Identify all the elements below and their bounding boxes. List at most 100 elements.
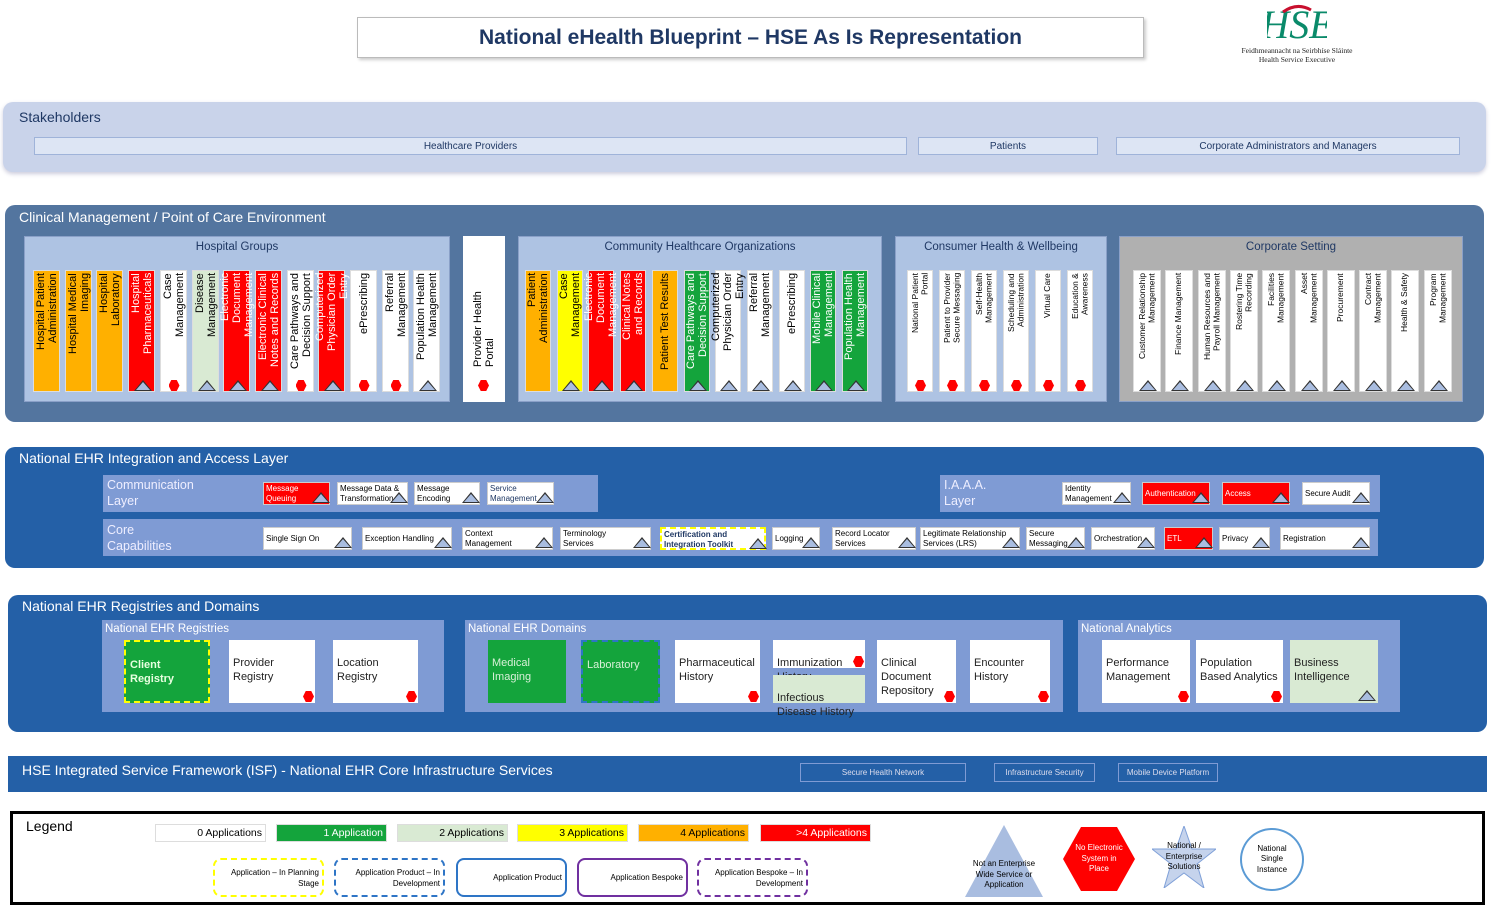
service-label: Single Sign On	[266, 533, 320, 543]
core-service-tile[interactable]: Legitimate Relationship Services (LRS)	[920, 527, 1020, 550]
corporate-column[interactable]: Contract Management	[1359, 270, 1387, 392]
stakeholder-healthcare-providers[interactable]: Healthcare Providers	[34, 137, 907, 155]
core-service-tile[interactable]: Record Locator Services	[832, 527, 916, 550]
tile-label: Encounter History	[974, 657, 1025, 683]
core-service-tile[interactable]: Exception Handling	[362, 527, 452, 550]
hospital-column[interactable]: ePrescribing	[350, 270, 377, 392]
legend-count-label: 3 Applications	[559, 827, 624, 839]
registry-domain-tile[interactable]: Clinical Document Repository	[877, 640, 956, 703]
comm-service-tile[interactable]: Message Data & Transformation	[337, 482, 408, 505]
comm-service-tile[interactable]: Service Management	[487, 482, 554, 505]
community-column[interactable]: Care Pathways and Decision Support	[684, 270, 710, 392]
hospital-column[interactable]: Hospital Patient Administration	[33, 270, 60, 392]
registry-domain-tile[interactable]: Population Based Analytics	[1196, 640, 1283, 703]
core-service-tile[interactable]: Terminology Services	[560, 527, 651, 550]
tile-label: Client Registry	[130, 659, 175, 685]
service-label: Exception Handling	[365, 533, 434, 543]
community-column[interactable]: Population Health Management	[842, 270, 868, 392]
hospital-column[interactable]: Case Management	[160, 270, 187, 392]
registry-domain-tile[interactable]: Pharmaceutical History	[675, 640, 760, 703]
hospital-column[interactable]: Electronic Clinical Notes and Records	[255, 270, 282, 392]
corporate-column[interactable]: Finance Management	[1165, 270, 1193, 392]
iaaa-service-tile[interactable]: Secure Audit	[1302, 482, 1370, 505]
hospital-column[interactable]: Hospital Medical Imaging	[65, 270, 92, 392]
consumer-column[interactable]: Scheduling and Administration	[1003, 270, 1029, 392]
column-label: Contract Management	[1362, 273, 1383, 323]
hospital-column[interactable]: Referral Management	[382, 270, 409, 392]
registry-domain-tile[interactable]: Laboratory	[581, 640, 660, 703]
community-column[interactable]: Clinical Notes and Records	[620, 270, 646, 392]
core-service-tile[interactable]: Certification and Integration Toolkit	[660, 527, 767, 550]
consumer-column[interactable]: Education & Awareness	[1067, 270, 1093, 392]
community-column[interactable]: Computerized Physician Order Entry	[710, 270, 746, 392]
hospital-column[interactable]: Population Health Management	[413, 270, 440, 392]
service-label: Certification and Integration Toolkit	[664, 530, 734, 549]
stakeholder-patients[interactable]: Patients	[918, 137, 1098, 155]
corporate-column[interactable]: Human Resources and Payroll Management	[1198, 270, 1226, 392]
corporate-column[interactable]: Procurement	[1327, 270, 1355, 392]
legend-count-label: 4 Applications	[680, 827, 745, 839]
community-column[interactable]: Electronic Document Management	[583, 270, 619, 392]
core-service-tile[interactable]: Single Sign On	[263, 527, 352, 550]
community-column[interactable]: Referral Management	[747, 270, 773, 392]
hospital-column[interactable]: Hospital Laboratory	[96, 270, 123, 392]
corporate-column[interactable]: Asset Management	[1295, 270, 1323, 392]
stakeholder-corporate[interactable]: Corporate Administrators and Managers	[1116, 137, 1460, 155]
registry-domain-tile[interactable]: Immunization History	[773, 640, 865, 683]
core-service-tile[interactable]: ETL	[1164, 527, 1213, 550]
provider-health-portal[interactable]: Provider Health Portal	[463, 236, 505, 402]
community-column[interactable]: Patient Administration	[525, 270, 551, 392]
consumer-column[interactable]: Patient to Provider Secure Messaging	[939, 270, 965, 392]
registry-domain-tile[interactable]: Provider Registry	[229, 640, 315, 703]
core-service-tile[interactable]: Context Management	[462, 527, 553, 550]
column-label: National Patient Portal	[909, 273, 930, 334]
corporate-column[interactable]: Customer Relationship Management	[1133, 270, 1161, 392]
corporate-column[interactable]: Program Management	[1424, 270, 1452, 392]
column-label: Population Health Management	[414, 273, 439, 360]
registry-domain-tile[interactable]: Encounter History	[970, 640, 1050, 703]
community-column[interactable]: ePrescribing	[779, 270, 805, 392]
registry-domain-tile[interactable]: Business Intelligence	[1290, 640, 1378, 703]
legend-hexagon: No Electronic System in Place	[1063, 827, 1135, 891]
infrastructure-security-button[interactable]: Infrastructure Security	[994, 763, 1095, 782]
comm-service-tile[interactable]: Message Queuing	[263, 482, 330, 505]
core-service-tile[interactable]: Secure Messaging	[1026, 527, 1085, 550]
not-enterprise-wide-icon	[562, 380, 580, 391]
mobile-device-platform-button[interactable]: Mobile Device Platform	[1118, 763, 1218, 782]
hospital-column[interactable]: Care Pathways and Decision Support	[287, 270, 314, 392]
community-column[interactable]: Mobile Clinical Management	[810, 270, 836, 392]
secure-health-network-button[interactable]: Secure Health Network	[800, 763, 966, 782]
no-electronic-system-icon	[1271, 691, 1282, 702]
registry-domain-tile[interactable]: Infectious Disease History	[773, 675, 865, 718]
registry-domain-tile[interactable]: Client Registry	[124, 640, 210, 703]
core-service-tile[interactable]: Privacy	[1219, 527, 1270, 550]
registry-domain-tile[interactable]: Location Registry	[333, 640, 418, 703]
not-enterprise-wide-icon	[1365, 380, 1383, 391]
iaaa-service-tile[interactable]: Identity Management	[1062, 482, 1131, 505]
comm-service-tile[interactable]: Message Encoding	[414, 482, 480, 505]
iaaa-service-tile[interactable]: Access	[1222, 482, 1290, 505]
core-service-tile[interactable]: Logging	[772, 527, 820, 550]
not-enterprise-wide-icon	[784, 380, 802, 391]
corporate-column[interactable]: Facilities Management	[1262, 270, 1290, 392]
registry-domain-tile[interactable]: Medical Imaging	[488, 640, 566, 703]
iaaa-service-tile[interactable]: Authentication	[1142, 482, 1210, 505]
consumer-column[interactable]: Self-Health Management	[971, 270, 997, 392]
hospital-column[interactable]: Disease Management	[192, 270, 219, 392]
not-enterprise-wide-icon	[1352, 537, 1370, 548]
legend-count-swatch: >4 Applications	[760, 824, 871, 842]
hospital-column[interactable]: Hospital Pharmaceuticals	[128, 270, 155, 392]
community-column[interactable]: Patient Test Results	[652, 270, 678, 392]
corporate-column[interactable]: Health & Safety	[1391, 270, 1419, 392]
core-service-tile[interactable]: Registration	[1280, 527, 1370, 550]
consumer-column[interactable]: Virtual Care	[1035, 270, 1061, 392]
hospital-column[interactable]: Computerized Physician Order Entry	[314, 270, 350, 392]
registry-domain-tile[interactable]: Performance Management	[1102, 640, 1190, 703]
consumer-column[interactable]: National Patient Portal	[907, 270, 933, 392]
hospital-column[interactable]: Electronic Document Management	[219, 270, 255, 392]
corporate-column[interactable]: Rostering Time Recording	[1230, 270, 1258, 392]
core-service-tile[interactable]: Orchestration	[1091, 527, 1155, 550]
not-enterprise-wide-icon	[1333, 380, 1351, 391]
column-label: Finance Management	[1173, 273, 1184, 356]
community-column[interactable]: Case Management	[557, 270, 583, 392]
